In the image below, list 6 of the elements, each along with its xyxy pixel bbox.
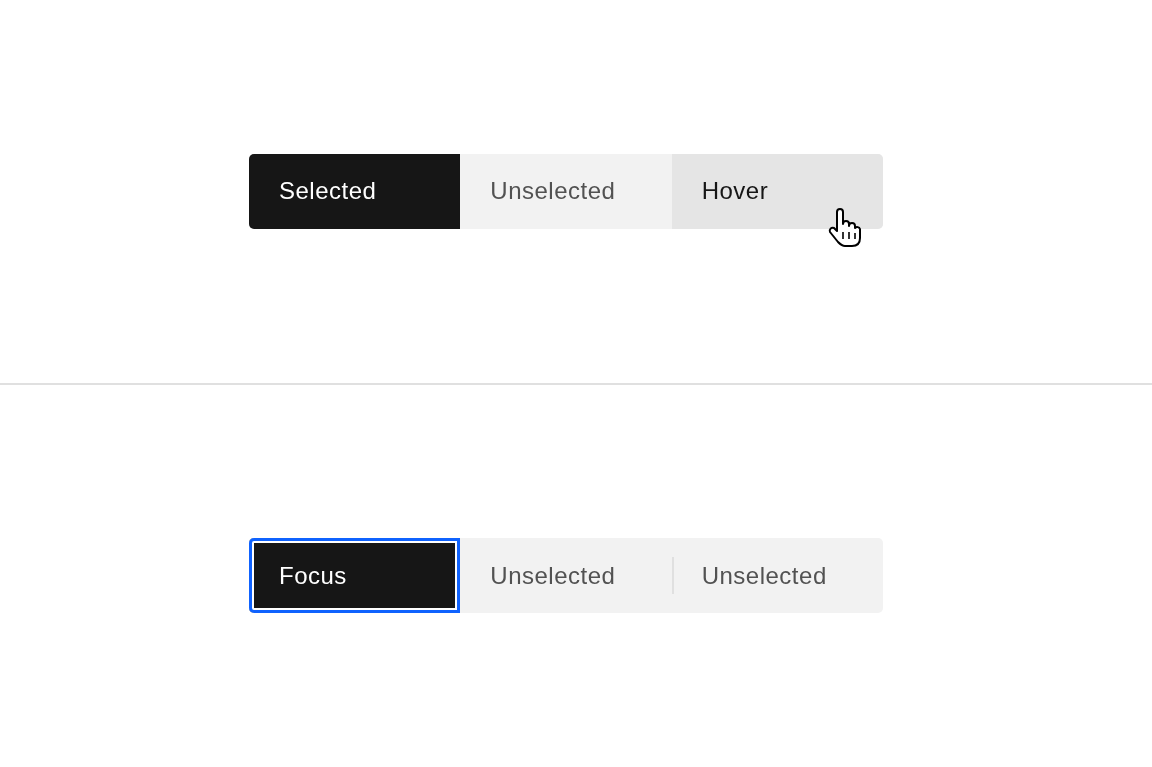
switcher-tab[interactable]: Unselected [460,153,672,229]
switcher-tab[interactable]: Unselected [671,538,883,614]
switcher-tab[interactable]: Focus [249,538,461,614]
switcher-tab[interactable]: Unselected [460,538,672,614]
hand-pointer-icon [826,207,863,248]
switcher-tab[interactable]: Selected [249,153,461,229]
